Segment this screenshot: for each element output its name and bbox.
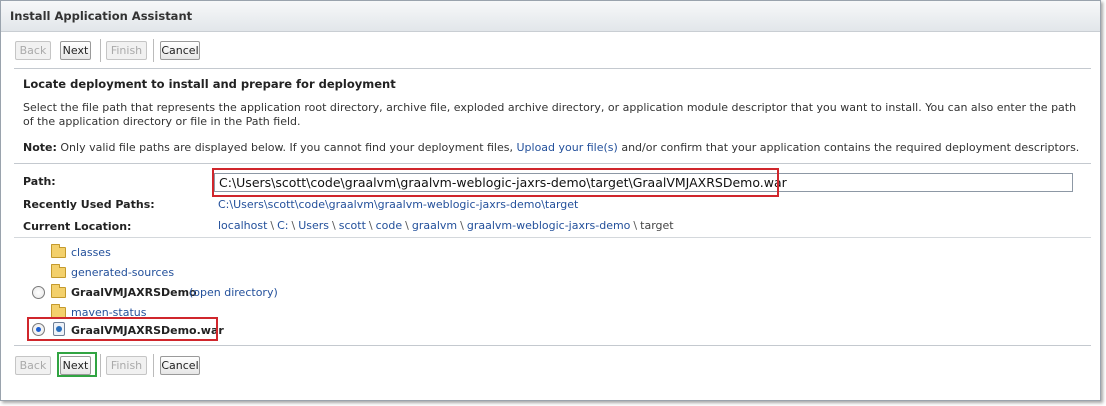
- folder-classes-link[interactable]: classes: [71, 246, 111, 259]
- crumb-drive[interactable]: C:: [277, 219, 288, 232]
- crumb-code[interactable]: code: [376, 219, 403, 232]
- crumb-current: target: [640, 219, 674, 232]
- crumb-graalvm[interactable]: graalvm: [412, 219, 457, 232]
- back-button[interactable]: Back: [15, 41, 51, 60]
- folder-icon: [51, 244, 66, 258]
- crumb-localhost[interactable]: localhost: [218, 219, 267, 232]
- title-bar: Install Application Assistant: [1, 1, 1100, 32]
- note-text: Note: Only valid file paths are displaye…: [23, 141, 1083, 155]
- crumb-separator: \: [633, 219, 638, 232]
- page-heading: Locate deployment to install and prepare…: [23, 77, 396, 91]
- note-label: Note:: [23, 141, 57, 154]
- button-separator: [100, 354, 101, 377]
- open-directory-link[interactable]: (open directory): [189, 286, 278, 299]
- recent-paths-label: Recently Used Paths:: [23, 198, 155, 211]
- application-folder-icon: [51, 284, 66, 298]
- note-body: Only valid file paths are displayed belo…: [56, 141, 517, 154]
- crumb-separator: \: [405, 219, 409, 232]
- finish-button-bottom[interactable]: Finish: [106, 356, 147, 375]
- crumb-users[interactable]: Users: [298, 219, 329, 232]
- exploded-app-name: GraalVMJAXRSDemo: [71, 286, 197, 299]
- button-separator: [100, 39, 101, 62]
- note-body-end: and/or confirm that your application con…: [617, 141, 1080, 154]
- window-title: Install Application Assistant: [10, 9, 193, 23]
- finish-button[interactable]: Finish: [106, 41, 147, 60]
- path-highlight-box: [212, 168, 779, 197]
- crumb-scott[interactable]: scott: [339, 219, 366, 232]
- location-breadcrumb: localhost \ C: \ Users \ scott \ code \ graalvm \ gr…: [218, 219, 674, 232]
- button-separator: [153, 39, 154, 62]
- next-button[interactable]: Next: [60, 41, 91, 60]
- section-divider: [14, 163, 1091, 164]
- list-item: classes: [51, 244, 251, 261]
- section-divider: [14, 68, 1091, 69]
- upload-files-link[interactable]: Upload your file(s): [516, 141, 617, 154]
- path-label: Path:: [23, 175, 56, 188]
- crumb-separator: \: [460, 219, 464, 232]
- cancel-button-bottom[interactable]: Cancel: [160, 356, 200, 375]
- list-item: GraalVMJAXRSDemo (open directory): [32, 284, 292, 301]
- exploded-app-radio[interactable]: [32, 286, 45, 299]
- section-divider: [14, 345, 1091, 346]
- war-highlight-box: [27, 317, 218, 341]
- crumb-separator: \: [291, 219, 296, 232]
- crumb-separator: \: [332, 219, 336, 232]
- crumb-project[interactable]: graalvm-weblogic-jaxrs-demo: [467, 219, 631, 232]
- recent-path-link[interactable]: C:\Users\scott\code\graalvm\graalvm-webl…: [218, 198, 578, 211]
- next-highlight-box: [57, 352, 97, 377]
- tree-divider: [14, 237, 1091, 238]
- crumb-separator: \: [368, 219, 373, 232]
- current-location-label: Current Location:: [23, 220, 132, 233]
- folder-icon: [51, 264, 66, 278]
- crumb-separator: \: [270, 219, 275, 232]
- list-item: generated-sources: [51, 264, 251, 281]
- button-separator: [153, 354, 154, 377]
- install-assistant-window: Install Application Assistant Back Next …: [0, 0, 1101, 401]
- folder-generated-sources-link[interactable]: generated-sources: [71, 266, 174, 279]
- back-button-bottom[interactable]: Back: [15, 356, 51, 375]
- cancel-button[interactable]: Cancel: [160, 41, 200, 60]
- description-text: Select the file path that represents the…: [23, 101, 1077, 128]
